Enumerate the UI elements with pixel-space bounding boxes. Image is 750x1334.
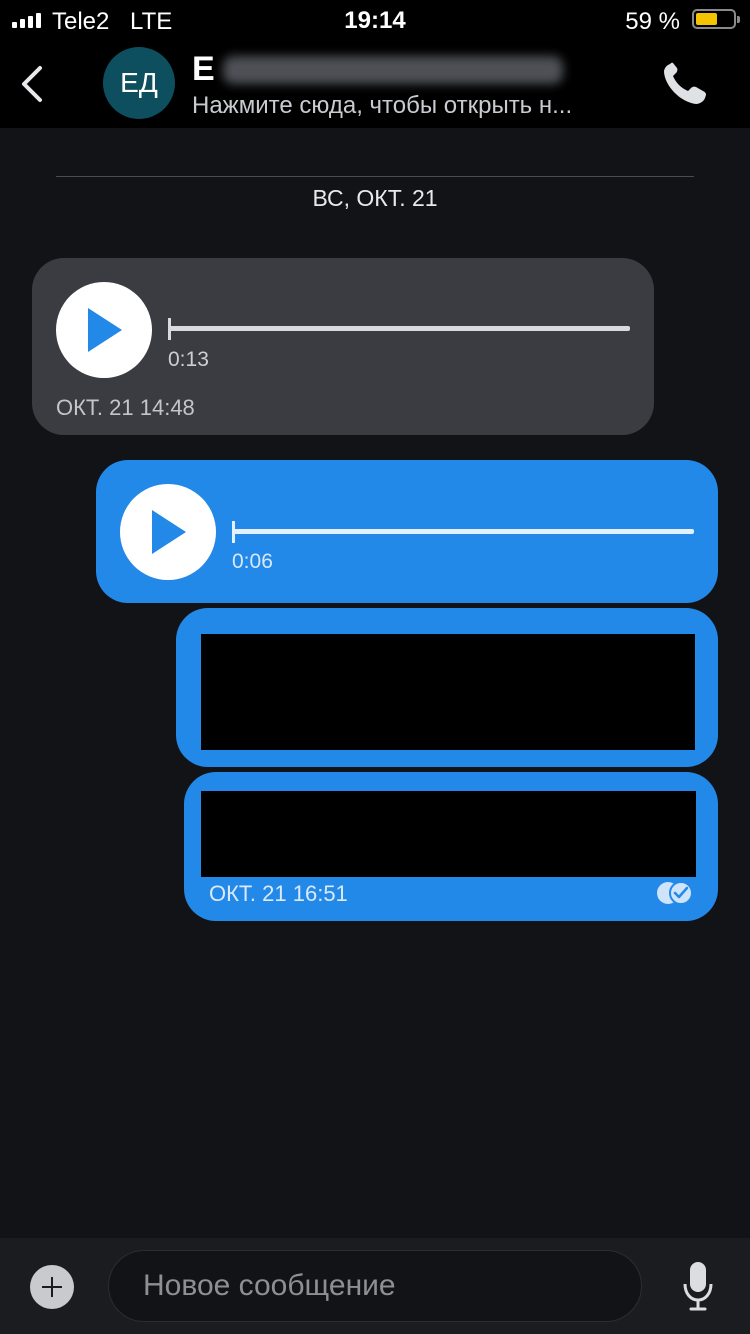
play-icon <box>88 308 122 352</box>
contact-name-initial: Е <box>192 50 215 88</box>
contact-name-blurred <box>222 55 563 84</box>
redaction-box <box>201 791 696 877</box>
date-divider <box>56 176 694 177</box>
play-icon <box>152 510 186 554</box>
phone-icon[interactable] <box>660 60 712 108</box>
redaction-box <box>201 634 695 750</box>
play-button[interactable] <box>56 282 152 378</box>
chevron-left-icon[interactable] <box>14 62 54 106</box>
microphone-icon[interactable] <box>682 1260 714 1312</box>
message-composer <box>0 1238 750 1334</box>
battery-percent: 59 % <box>625 8 680 35</box>
voice-duration: 0:06 <box>232 550 273 573</box>
battery-icon <box>692 9 740 29</box>
outgoing-text-message[interactable] <box>176 608 718 767</box>
outgoing-text-message[interactable]: ОКТ. 21 16:51 <box>184 772 718 921</box>
voice-waveform[interactable] <box>232 529 694 534</box>
date-separator: ВС, ОКТ. 21 <box>312 185 438 211</box>
read-check-icon <box>657 881 693 905</box>
avatar[interactable]: ЕД <box>103 47 175 119</box>
contact-name[interactable]: Е <box>192 50 563 89</box>
contact-subtitle[interactable]: Нажмите сюда, чтобы открыть н... <box>192 92 572 120</box>
message-timestamp: ОКТ. 21 14:48 <box>56 395 195 420</box>
play-button[interactable] <box>120 484 216 580</box>
incoming-voice-message[interactable]: 0:13 ОКТ. 21 14:48 <box>32 258 654 435</box>
message-timestamp: ОКТ. 21 16:51 <box>209 881 348 906</box>
message-input[interactable] <box>108 1250 642 1322</box>
status-bar: Tele2 LTE 19:14 59 % <box>0 0 750 40</box>
outgoing-voice-message[interactable]: 0:06 <box>96 460 718 603</box>
battery-level-fill <box>696 13 717 25</box>
voice-waveform[interactable] <box>168 326 630 331</box>
plus-icon[interactable] <box>30 1265 74 1309</box>
chat-header: ЕД Е Нажмите сюда, чтобы открыть н... <box>0 40 750 128</box>
voice-duration: 0:13 <box>168 348 209 371</box>
